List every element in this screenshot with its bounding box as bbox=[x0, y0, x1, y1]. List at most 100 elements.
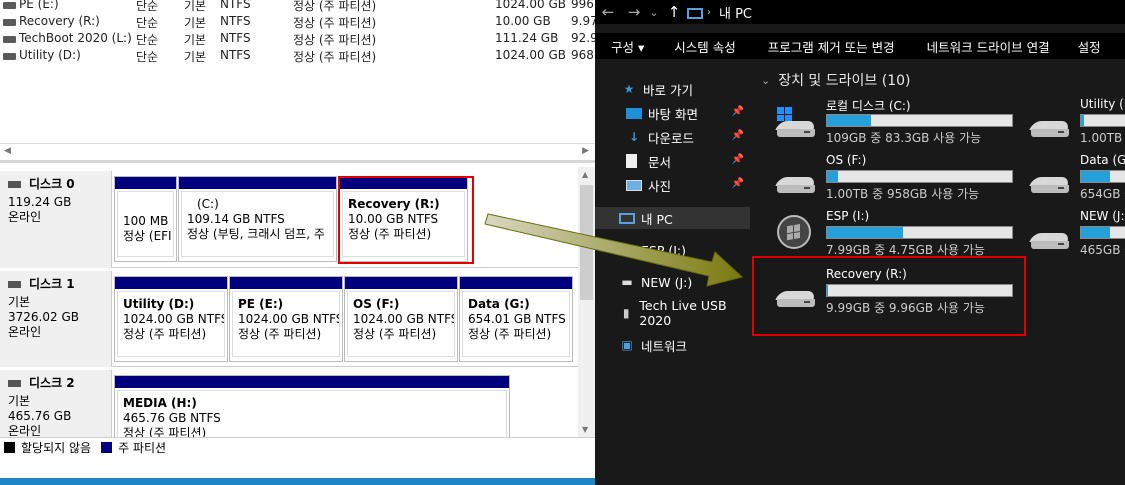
back-icon[interactable]: ← bbox=[595, 3, 621, 21]
partition[interactable]: Utility (D:) 1024.00 GB NTFS 정상 (주 파티션) bbox=[114, 276, 228, 362]
drive-name: NEW (J:) bbox=[1080, 209, 1125, 223]
breadcrumb-chevron-icon[interactable]: › bbox=[707, 7, 711, 18]
nav-tech-usb[interactable]: ▮ Tech Live USB 2020 bbox=[595, 298, 750, 328]
nav-desktop[interactable]: 바탕 화면 📌 bbox=[595, 102, 750, 124]
disk-title: 디스크 0 bbox=[29, 177, 75, 191]
drive-usage-bar bbox=[1080, 226, 1125, 239]
nav-network[interactable]: ▣ 네트워크 bbox=[595, 334, 750, 356]
nav-documents[interactable]: 문서 📌 bbox=[595, 150, 750, 172]
drive-usage-fill bbox=[1081, 227, 1110, 238]
drive-name: ESP (I:) bbox=[826, 209, 870, 223]
windows-drive-icon bbox=[773, 107, 817, 137]
menu-uninstall[interactable]: 프로그램 제거 또는 변경 bbox=[736, 37, 895, 56]
nav-this-pc[interactable]: 내 PC bbox=[595, 207, 750, 229]
partition[interactable]: 100 MB 정상 (EFI bbox=[114, 176, 177, 262]
partition[interactable]: Data (G:) 654.01 GB NTFS 정상 (주 파티션) bbox=[459, 276, 573, 362]
partition[interactable]: (C:) 109.14 GB NTFS 정상 (부팅, 크래시 덤프, 주 bbox=[178, 176, 337, 262]
volume-type: 기본 bbox=[184, 0, 207, 13]
volume-name: Recovery (R:) bbox=[19, 14, 100, 28]
partition-name: OS (F:) bbox=[353, 297, 400, 311]
drive-tile[interactable]: Data (G:) 654GB 중 bbox=[1027, 153, 1125, 203]
pin-icon[interactable]: 📌 bbox=[732, 130, 744, 141]
scroll-up-icon[interactable]: ▲ bbox=[582, 170, 588, 179]
nav-label: 사진 bbox=[648, 178, 672, 194]
volume-row[interactable]: Recovery (R:) 단순 기본 NTFS 정상 (주 파티션) 10.0… bbox=[0, 14, 595, 31]
disk-label[interactable]: 디스크 1 기본 3726.02 GB 온라인 bbox=[0, 271, 112, 367]
nav-esp[interactable]: ▬ ESP (I:) bbox=[595, 239, 750, 261]
collapse-chevron-icon[interactable]: ⌄ bbox=[761, 74, 770, 87]
disk-label[interactable]: 디스크 2 기본 465.76 GB 온라인 bbox=[0, 370, 112, 438]
legend-unallocated: 할당되지 않음 bbox=[21, 441, 92, 455]
menu-map-network-drive[interactable]: 네트워크 드라이브 연결 bbox=[895, 37, 1050, 56]
up-icon[interactable]: ↑ bbox=[661, 3, 687, 21]
partition-status: 정상 (주 파티션) bbox=[353, 327, 437, 341]
recent-chevron-icon[interactable]: ⌄ bbox=[647, 6, 661, 19]
pane-splitter[interactable] bbox=[0, 160, 595, 163]
drive-tile[interactable]: Utility (D:) 1.00TB 중 bbox=[1027, 97, 1125, 147]
partition-bar bbox=[115, 277, 227, 289]
drive-usage-fill bbox=[827, 171, 839, 182]
nav-label: NEW (J:) bbox=[641, 274, 693, 290]
devices-section-header[interactable]: ⌄ 장치 및 드라이브 (10) bbox=[761, 70, 910, 90]
desktop-icon bbox=[626, 107, 642, 119]
pin-icon[interactable]: 📌 bbox=[732, 106, 744, 117]
partition[interactable]: PE (E:) 1024.00 GB NTFS 정상 (주 파티션) bbox=[229, 276, 343, 362]
menu-organize[interactable]: 구성 ▾ bbox=[595, 37, 644, 56]
highlight-box-recovery-drive bbox=[752, 256, 1026, 336]
partition[interactable]: OS (F:) 1024.00 GB NTFS 정상 (주 파티션) bbox=[344, 276, 458, 362]
drive-space: 109GB 중 83.3GB 사용 가능 bbox=[826, 131, 982, 145]
pin-icon[interactable]: 📌 bbox=[732, 178, 744, 189]
drive-tile[interactable]: NEW (J:) 465GB 중 bbox=[1027, 209, 1125, 259]
pin-icon[interactable]: 📌 bbox=[732, 154, 744, 165]
command-bar: 구성 ▾ 시스템 속성 프로그램 제거 또는 변경 네트워크 드라이브 연결 설… bbox=[595, 33, 1125, 59]
drive-name: Utility (D:) bbox=[1080, 97, 1125, 111]
scroll-down-icon[interactable]: ▼ bbox=[582, 425, 588, 434]
disk-type: 기본 bbox=[8, 295, 31, 309]
volume-icon bbox=[3, 2, 16, 9]
partition-bar bbox=[345, 277, 457, 289]
partition[interactable]: MEDIA (H:) 465.76 GB NTFS 정상 (주 파티션) bbox=[114, 375, 510, 438]
scroll-right-icon[interactable]: ▶ bbox=[582, 146, 589, 156]
breadcrumb-location[interactable]: 내 PC bbox=[719, 3, 752, 22]
partition-bar bbox=[115, 376, 509, 388]
volume-icon bbox=[3, 53, 16, 60]
disk-title: 디스크 1 bbox=[29, 277, 75, 291]
disk-size: 119.24 GB bbox=[8, 195, 72, 209]
disk-title: 디스크 2 bbox=[29, 376, 75, 390]
volume-row[interactable]: TechBoot 2020 (L:) 단순 기본 NTFS 정상 (주 파티션)… bbox=[0, 31, 595, 48]
horizontal-scrollbar[interactable]: ◀ ▶ bbox=[0, 143, 595, 158]
disk-label[interactable]: 디스크 0 119.24 GB 온라인 bbox=[0, 171, 112, 268]
drive-tile[interactable]: OS (F:) 1.00TB 중 958GB 사용 가능 bbox=[773, 153, 1013, 203]
volume-name: TechBoot 2020 (L:) bbox=[19, 31, 132, 45]
drive-usage-bar bbox=[1080, 170, 1125, 183]
volume-row[interactable]: PE (E:) 단순 기본 NTFS 정상 (주 파티션) 1024.00 GB… bbox=[0, 0, 595, 14]
menu-system-properties[interactable]: 시스템 속성 bbox=[644, 37, 735, 56]
drive-space: 1.00TB 중 958GB 사용 가능 bbox=[826, 187, 980, 201]
nav-new[interactable]: ▬ NEW (J:) bbox=[595, 271, 750, 293]
scroll-thumb[interactable] bbox=[580, 185, 593, 300]
volume-status: 정상 (주 파티션) bbox=[293, 50, 377, 64]
cd-drive-icon bbox=[773, 215, 817, 249]
disk-management-pane: PE (E:) 단순 기본 NTFS 정상 (주 파티션) 1024.00 GB… bbox=[0, 0, 595, 485]
volume-layout: 단순 bbox=[136, 50, 159, 64]
partition-bar bbox=[230, 277, 342, 289]
volume-free: 968 bbox=[571, 48, 594, 62]
scroll-left-icon[interactable]: ◀ bbox=[4, 146, 11, 156]
partition-name: (C:) bbox=[197, 197, 219, 211]
nav-quick-access[interactable]: ★ 바로 가기 bbox=[595, 78, 750, 100]
drive-tile[interactable]: ESP (I:) 7.99GB 중 4.75GB 사용 가능 bbox=[773, 209, 1013, 259]
pc-icon bbox=[687, 7, 703, 19]
vertical-scrollbar[interactable]: ▲ ▼ bbox=[578, 167, 595, 437]
nav-downloads[interactable]: ↓ 다운로드 📌 bbox=[595, 126, 750, 148]
primary-swatch bbox=[101, 442, 113, 453]
section-title: 장치 및 드라이브 (10) bbox=[778, 73, 911, 89]
volume-icon bbox=[3, 36, 16, 43]
drive-usage-fill bbox=[1081, 171, 1110, 182]
drive-tile[interactable]: 로컬 디스크 (C:) 109GB 중 83.3GB 사용 가능 bbox=[773, 97, 1013, 147]
menu-settings[interactable]: 설정 bbox=[1050, 37, 1101, 56]
nav-pictures[interactable]: 사진 📌 bbox=[595, 174, 750, 196]
disk-icon bbox=[8, 181, 21, 188]
forward-icon[interactable]: → bbox=[621, 3, 647, 21]
volume-row[interactable]: Utility (D:) 단순 기본 NTFS 정상 (주 파티션) 1024.… bbox=[0, 48, 595, 65]
volume-type: 기본 bbox=[184, 33, 207, 47]
